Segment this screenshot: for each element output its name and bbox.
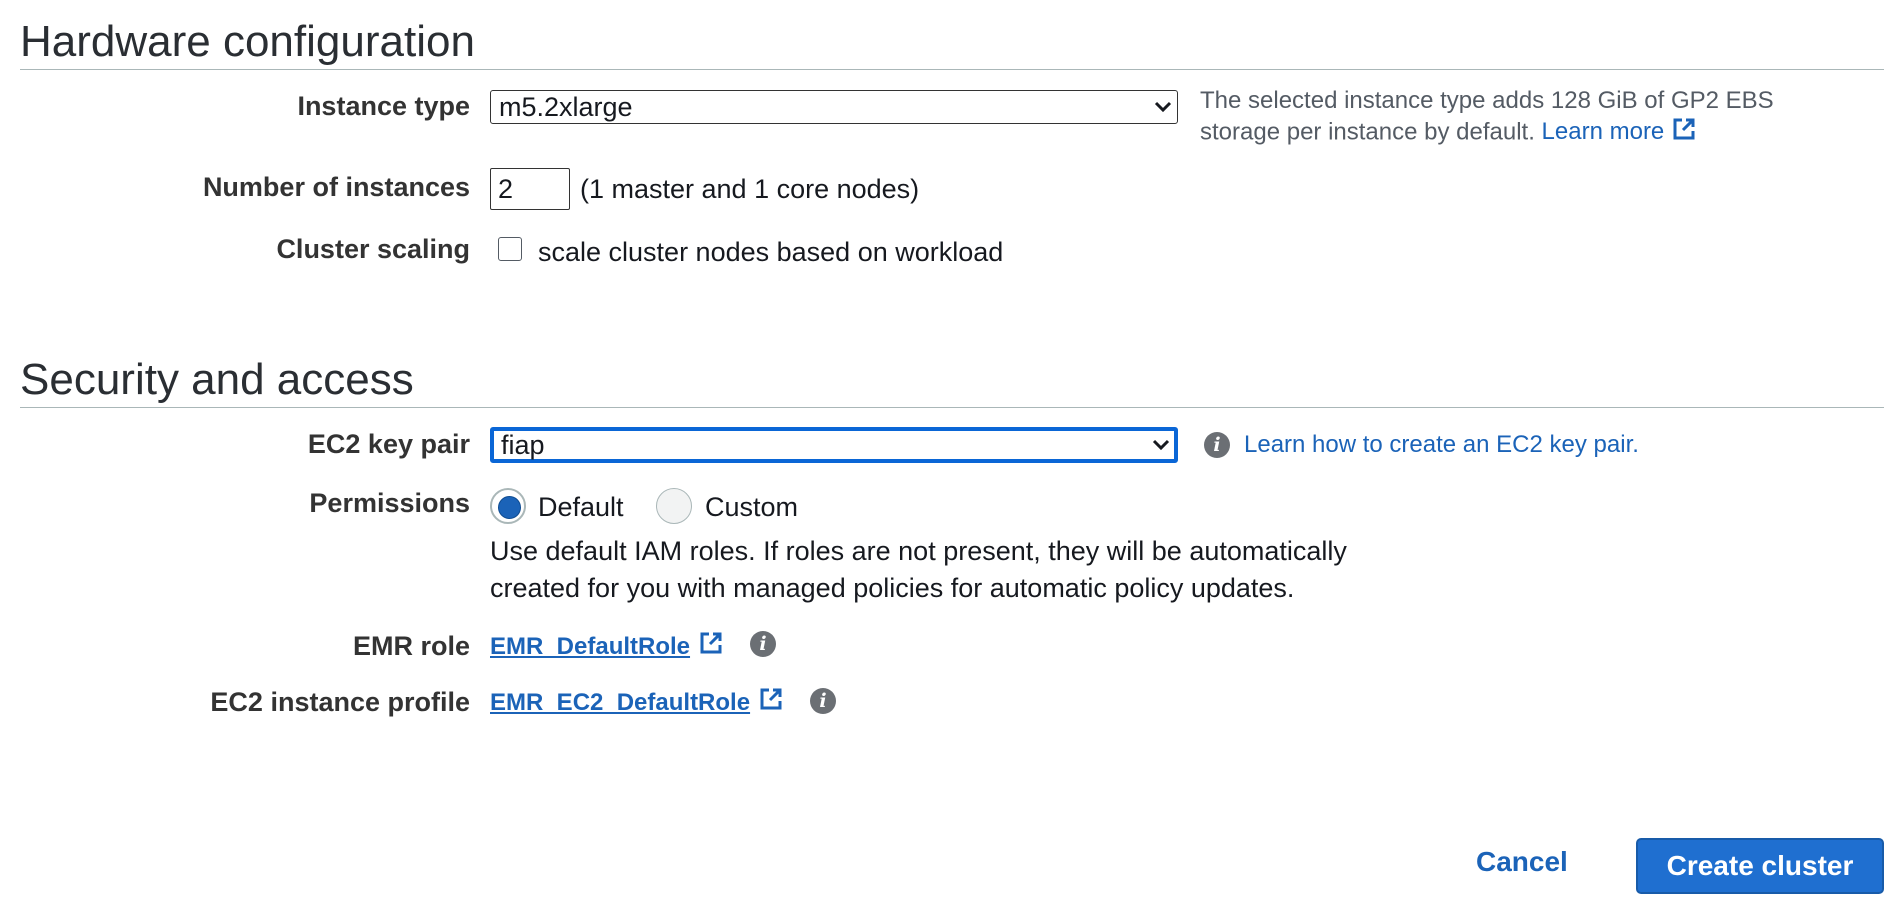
external-link-icon bbox=[758, 686, 784, 719]
instance-profile-value: EMR_EC2_DefaultRole bbox=[490, 688, 751, 716]
create-cluster-button[interactable]: Create cluster bbox=[1636, 838, 1884, 894]
instance-type-select[interactable]: m5.2xlarge bbox=[490, 90, 1178, 124]
permissions-description: Use default IAM roles. If roles are not … bbox=[490, 533, 1347, 607]
cancel-button[interactable]: Cancel bbox=[1476, 846, 1568, 878]
info-icon[interactable]: i bbox=[750, 631, 776, 657]
cluster-scaling-label: Cluster scaling bbox=[276, 234, 470, 264]
permissions-description-line2: created for you with managed policies fo… bbox=[490, 573, 1295, 603]
key-pair-label: EC2 key pair bbox=[307, 429, 470, 459]
hardware-divider bbox=[20, 69, 1884, 70]
emr-role-label: EMR role bbox=[352, 631, 470, 661]
scaling-checkbox-label[interactable]: scale cluster nodes based on workload bbox=[538, 237, 1003, 268]
hardware-section-title: Hardware configuration bbox=[20, 17, 475, 66]
key-pair-value: fiap bbox=[501, 429, 545, 460]
instance-type-value: m5.2xlarge bbox=[499, 91, 633, 122]
external-link-icon bbox=[698, 630, 724, 663]
security-section-title: Security and access bbox=[20, 355, 414, 404]
permissions-custom-label[interactable]: Custom bbox=[705, 492, 798, 523]
emr-role-link[interactable]: EMR_DefaultRole bbox=[490, 630, 724, 663]
instance-profile-link[interactable]: EMR_EC2_DefaultRole bbox=[490, 686, 784, 719]
learn-more-label: Learn more bbox=[1541, 118, 1665, 146]
permissions-label: Permissions bbox=[309, 488, 470, 518]
number-of-instances-input[interactable]: 2 bbox=[490, 168, 570, 210]
key-pair-select[interactable]: fiap bbox=[490, 427, 1178, 463]
info-icon[interactable]: i bbox=[1204, 432, 1230, 458]
permissions-custom-radio[interactable] bbox=[656, 488, 692, 524]
instance-type-help: The selected instance type adds 128 GiB … bbox=[1200, 86, 1800, 150]
instances-note: (1 master and 1 core nodes) bbox=[580, 174, 920, 204]
chevron-down-icon bbox=[1147, 431, 1175, 459]
instance-type-label: Instance type bbox=[297, 91, 470, 121]
permissions-default-radio[interactable] bbox=[490, 488, 526, 524]
learn-more-link[interactable]: Learn more bbox=[1542, 118, 1697, 145]
instance-profile-label: EC2 instance profile bbox=[210, 687, 470, 717]
info-icon[interactable]: i bbox=[810, 688, 836, 714]
permissions-description-line1: Use default IAM roles. If roles are not … bbox=[490, 536, 1347, 566]
permissions-default-label[interactable]: Default bbox=[538, 492, 624, 523]
create-key-pair-help-link[interactable]: Learn how to create an EC2 key pair. bbox=[1244, 430, 1639, 460]
security-divider bbox=[20, 407, 1884, 408]
scaling-checkbox[interactable] bbox=[498, 237, 522, 261]
number-of-instances-label: Number of instances bbox=[202, 172, 470, 202]
chevron-down-icon bbox=[1149, 93, 1177, 121]
emr-role-value: EMR_DefaultRole bbox=[490, 632, 691, 660]
external-link-icon bbox=[1671, 116, 1697, 150]
